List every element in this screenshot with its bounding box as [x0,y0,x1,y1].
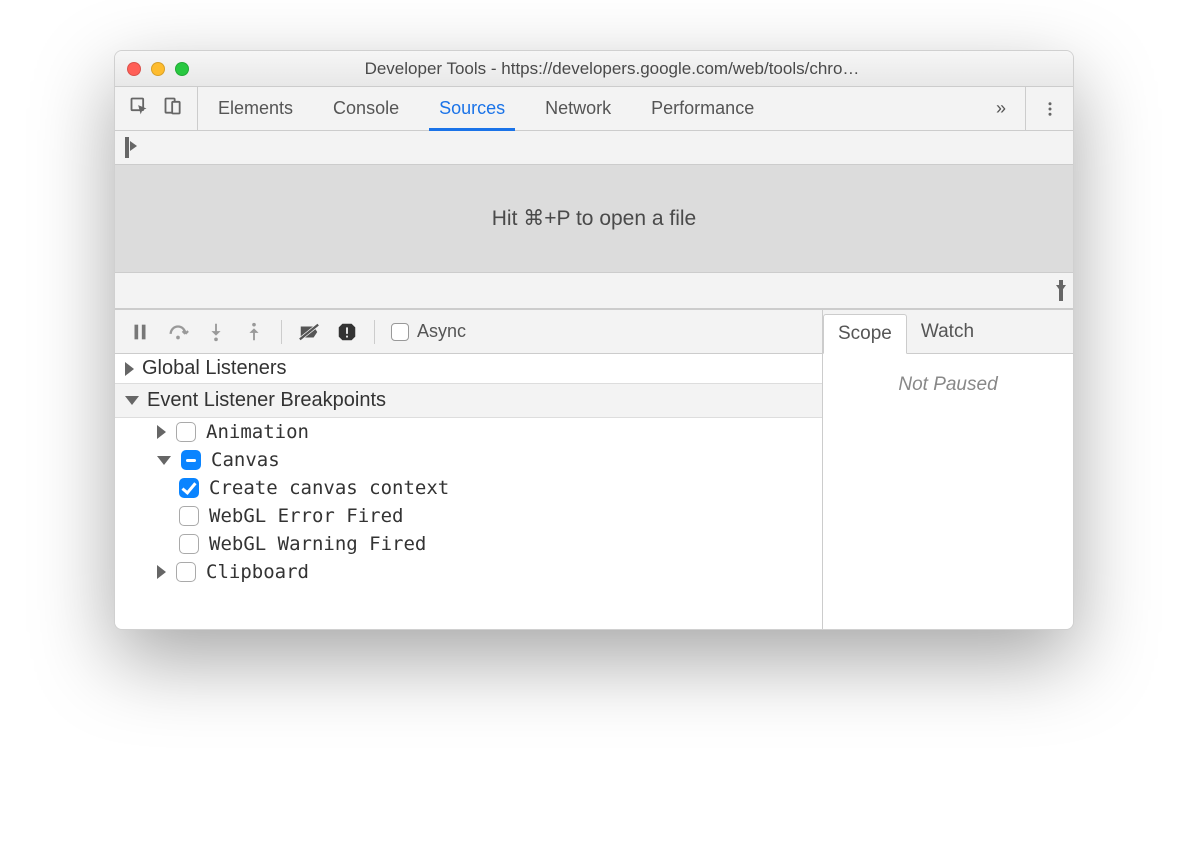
async-checkbox[interactable] [391,323,409,341]
tab-scope[interactable]: Scope [823,314,907,354]
device-toggle-icon[interactable] [163,96,183,121]
event-listener-breakpoints-header[interactable]: Event Listener Breakpoints [115,383,822,418]
canvas-row[interactable]: Canvas [115,446,822,474]
minimize-window-button[interactable] [151,62,165,76]
deactivate-breakpoints-icon[interactable] [298,321,320,343]
global-listeners-row[interactable]: Global Listeners [115,354,822,383]
more-tabs-button[interactable]: » [977,87,1025,130]
webgl-error-row[interactable]: WebGL Error Fired [115,502,822,530]
webgl-warning-checkbox[interactable] [179,534,199,554]
clipboard-checkbox[interactable] [176,562,196,582]
async-label: Async [417,321,466,342]
animation-row[interactable]: Animation [115,418,822,446]
tab-performance[interactable]: Performance [631,87,774,130]
debugger-toolbar: Async [115,310,822,354]
tab-network[interactable]: Network [525,87,631,130]
animation-checkbox[interactable] [176,422,196,442]
tab-console[interactable]: Console [313,87,419,130]
pause-on-exceptions-icon[interactable] [336,321,358,343]
traffic-lights [127,62,189,76]
sources-split: Async Global Listeners Event Listener Br… [115,309,1073,629]
canvas-checkbox[interactable] [181,450,201,470]
scope-watch-tabs: Scope Watch [823,310,1073,354]
collapse-arrow-icon[interactable] [157,456,171,465]
scope-panel: Scope Watch Not Paused [823,310,1073,629]
async-toggle[interactable]: Async [391,321,466,342]
drawer-toggle-row [115,273,1073,309]
tab-sources[interactable]: Sources [419,87,525,130]
separator [281,320,282,344]
sources-subtoolbar [115,131,1073,165]
create-canvas-context-row[interactable]: Create canvas context [115,474,822,502]
step-into-icon[interactable] [205,321,227,343]
step-over-icon[interactable] [167,321,189,343]
pause-icon[interactable] [129,321,151,343]
global-listeners-label: Global Listeners [142,357,287,380]
create-canvas-checkbox[interactable] [179,478,199,498]
kebab-menu-icon[interactable] [1025,87,1073,130]
clipboard-row[interactable]: Clipboard [115,558,822,586]
close-window-button[interactable] [127,62,141,76]
toggle-drawer-icon[interactable] [1059,282,1063,300]
titlebar: Developer Tools - https://developers.goo… [115,51,1073,87]
create-canvas-label: Create canvas context [209,477,449,499]
step-out-icon[interactable] [243,321,265,343]
not-paused-label: Not Paused [823,354,1073,629]
zoom-window-button[interactable] [175,62,189,76]
devtools-window: Developer Tools - https://developers.goo… [114,50,1074,630]
show-navigator-icon[interactable] [125,139,129,157]
clipboard-label: Clipboard [206,561,309,583]
devtools-toolbar: Elements Console Sources Network Perform… [115,87,1073,131]
expand-arrow-icon[interactable] [157,565,166,579]
inspect-icon[interactable] [129,96,149,121]
animation-label: Animation [206,421,309,443]
collapse-arrow-icon[interactable] [125,396,139,405]
expand-arrow-icon[interactable] [125,362,134,376]
debugger-panel: Async Global Listeners Event Listener Br… [115,310,823,629]
webgl-warning-row[interactable]: WebGL Warning Fired [115,530,822,558]
webgl-error-label: WebGL Error Fired [209,505,403,527]
separator [374,320,375,344]
webgl-warning-label: WebGL Warning Fired [209,533,426,555]
tab-elements[interactable]: Elements [198,87,313,130]
open-file-hint: Hit ⌘+P to open a file [115,165,1073,273]
window-title: Developer Tools - https://developers.goo… [203,59,1061,79]
tab-watch[interactable]: Watch [907,310,988,353]
expand-arrow-icon[interactable] [157,425,166,439]
webgl-error-checkbox[interactable] [179,506,199,526]
breakpoints-tree: Global Listeners Event Listener Breakpoi… [115,354,822,629]
canvas-label: Canvas [211,449,280,471]
section-label: Event Listener Breakpoints [147,389,386,412]
